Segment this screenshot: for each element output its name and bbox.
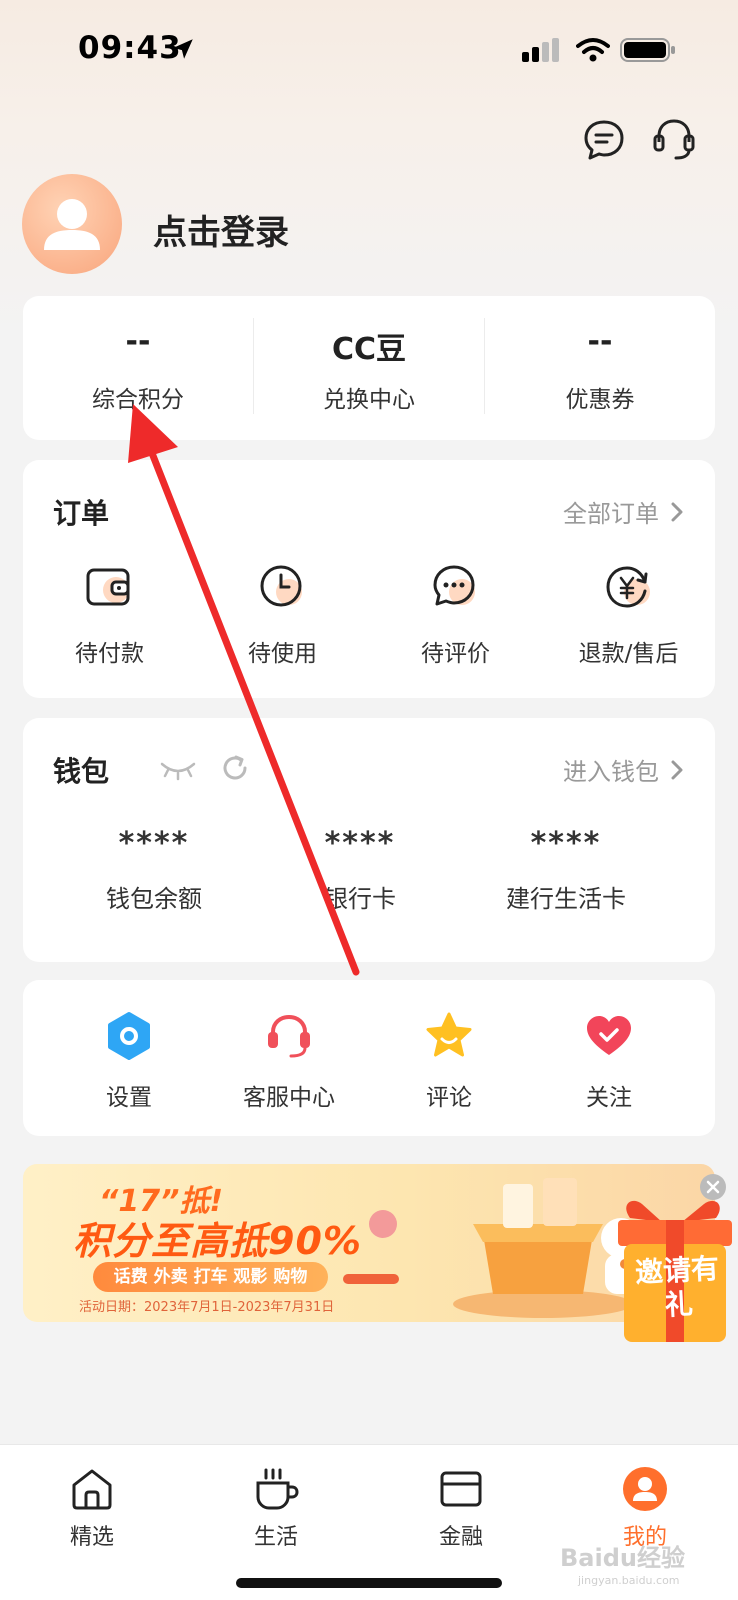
stat-label: 优惠券 — [565, 387, 635, 413]
wallet-value: **** — [324, 826, 396, 861]
order-item-label: 待评价 — [421, 641, 490, 667]
tab-finance[interactable]: 金融 — [401, 1465, 521, 1551]
refund-icon — [605, 566, 650, 608]
wallet-value: **** — [530, 826, 602, 861]
tools-card: 设置 客服中心 评论 关注 — [23, 980, 715, 1136]
wallet-label: 钱包余额 — [106, 885, 202, 913]
message-icon[interactable] — [582, 118, 626, 162]
order-item-label: 退款/售后 — [578, 641, 679, 667]
tool-label: 设置 — [106, 1085, 152, 1111]
stats-card: -- 综合积分 CC豆 兑换中心 -- 优惠券 — [23, 296, 715, 440]
chevron-right-icon — [671, 502, 683, 521]
tab-featured[interactable]: 精选 — [32, 1465, 152, 1551]
battery-icon — [620, 38, 675, 62]
wifi-icon — [576, 38, 610, 62]
home-indicator — [236, 1578, 502, 1588]
clock-icon — [260, 565, 302, 607]
wallet-value: **** — [118, 826, 190, 861]
wallet-label: 银行卡 — [324, 885, 396, 913]
chat-icon — [433, 565, 475, 606]
tab-label: 精选 — [69, 1525, 114, 1550]
watermark: Baidu经验 — [560, 1544, 685, 1572]
stat-value: -- — [587, 324, 613, 359]
all-orders-label: 全部订单 — [563, 500, 659, 528]
tool-label: 评论 — [426, 1085, 472, 1111]
order-item-label: 待付款 — [75, 641, 144, 667]
stat-label: 兑换中心 — [323, 387, 415, 413]
orders-title: 订单 — [53, 497, 110, 530]
status-bar: 09:43 — [0, 0, 738, 100]
invite-label: 邀请有礼 — [634, 1251, 720, 1322]
stat-exchange-center[interactable]: CC豆 兑换中心 — [254, 296, 484, 440]
all-orders-link[interactable]: 全部订单 — [563, 494, 685, 529]
tool-customer-service[interactable]: 客服中心 — [209, 1010, 369, 1112]
stat-value: CC豆 — [331, 332, 407, 367]
order-pending-payment[interactable]: 待付款 — [23, 560, 196, 680]
avatar-user-icon — [44, 199, 100, 250]
order-refund-after-sale[interactable]: 退款/售后 — [542, 560, 715, 680]
stat-coupons[interactable]: -- 优惠券 — [485, 296, 715, 440]
settings-icon — [108, 1012, 150, 1060]
avatar[interactable] — [22, 174, 122, 274]
tool-following[interactable]: 关注 — [529, 1010, 689, 1112]
stat-points[interactable]: -- 综合积分 — [23, 296, 253, 440]
order-pending-review[interactable]: 待评价 — [369, 560, 542, 680]
login-link[interactable]: 点击登录 — [153, 205, 289, 254]
cup-icon — [256, 1468, 299, 1510]
orders-card: 订单 全部订单 待付款 待使用 待评价 退款/售后 — [23, 460, 715, 698]
card-icon — [440, 1471, 482, 1507]
stat-value: -- — [125, 324, 151, 359]
wallet-card: 钱包 进入钱包 **** 钱包余额 **** 银行卡 **** 建行生活卡 — [23, 718, 715, 962]
banner-headline-2: 积分至高抵90% — [73, 1219, 362, 1263]
headset-icon — [268, 1014, 310, 1058]
tool-label: 关注 — [586, 1085, 632, 1111]
wallet-ccb-life-card[interactable]: **** 建行生活卡 — [461, 826, 671, 914]
tool-reviews[interactable]: 评论 — [369, 1010, 529, 1112]
watermark-url: jingyan.baidu.com — [578, 1574, 680, 1587]
profile-icon — [623, 1467, 667, 1511]
stat-label: 综合积分 — [92, 387, 184, 413]
tab-label: 生活 — [253, 1525, 298, 1550]
location-arrow-icon — [173, 39, 193, 59]
wallet-balance[interactable]: **** 钱包余额 — [49, 826, 259, 914]
banner-tags: 话费 外卖 打车 观影 购物 — [93, 1262, 328, 1292]
tab-label: 金融 — [438, 1525, 483, 1550]
status-time: 09:43 — [78, 30, 182, 66]
tool-settings[interactable]: 设置 — [49, 1010, 209, 1112]
order-pending-use[interactable]: 待使用 — [196, 560, 369, 680]
heart-icon — [587, 1016, 631, 1055]
tab-life[interactable]: 生活 — [216, 1465, 336, 1551]
customer-service-icon[interactable] — [650, 116, 698, 164]
wallet-icon — [86, 568, 129, 606]
banner-date: 活动日期：2023年7月1日-2023年7月31日 — [79, 1300, 335, 1315]
home-icon — [72, 1469, 112, 1510]
tool-label: 客服中心 — [243, 1085, 335, 1111]
star-icon — [426, 1012, 472, 1057]
chevron-right-icon — [671, 760, 683, 779]
enter-wallet-label: 进入钱包 — [563, 758, 659, 786]
enter-wallet-link[interactable]: 进入钱包 — [563, 752, 685, 787]
cellular-signal-icon — [522, 38, 559, 62]
refresh-icon[interactable] — [219, 752, 251, 784]
eye-closed-icon[interactable] — [159, 756, 197, 782]
wallet-label: 建行生活卡 — [506, 885, 626, 913]
wallet-title: 钱包 — [53, 755, 110, 788]
order-item-label: 待使用 — [248, 641, 317, 667]
wallet-bank-card[interactable]: **** 银行卡 — [255, 826, 465, 914]
